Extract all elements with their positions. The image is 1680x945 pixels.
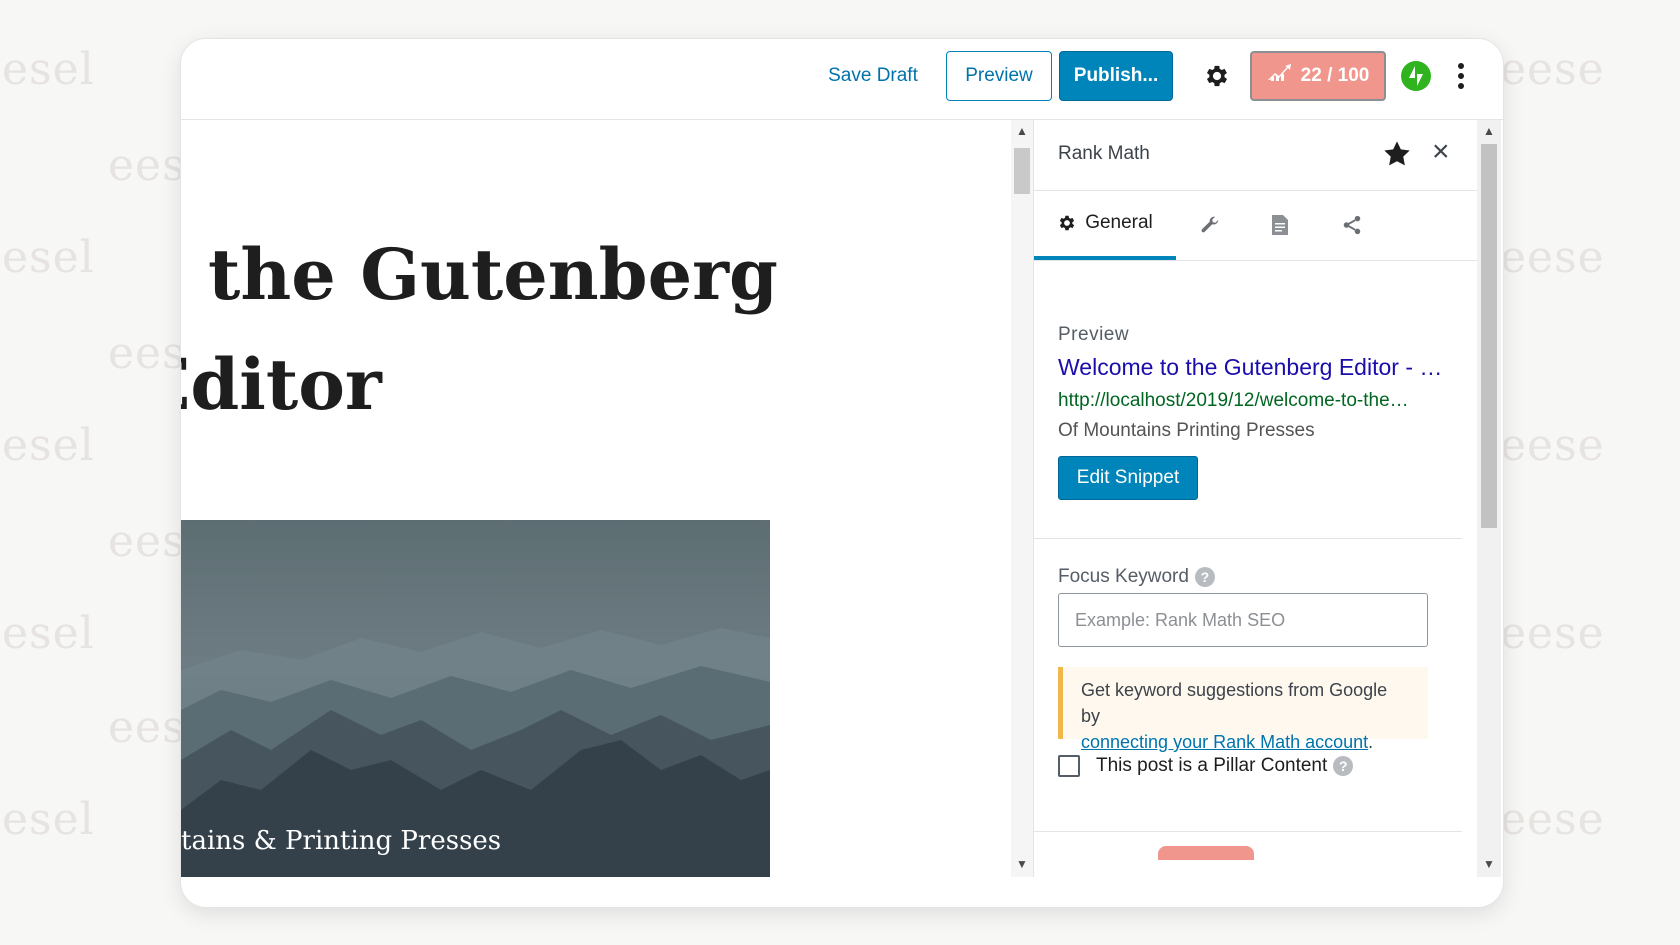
settings-gear-icon[interactable] [1194,51,1240,101]
sidebar-scrollbar[interactable]: ▲ ▼ [1477,120,1501,877]
pillar-content-option[interactable]: This post is a Pillar Content? [1058,755,1354,777]
cover-caption: tains & Printing Presses [181,826,502,856]
editor-toolbar: Save Draft Preview Publish... 22 / 100 [181,39,1503,120]
preview-label: Preview [1058,324,1130,345]
scroll-thumb[interactable] [1014,148,1030,194]
divider [1034,538,1462,539]
watermark: esel [2,232,95,283]
post-title-line: Editor [181,343,382,426]
scroll-down-arrow-icon[interactable]: ▼ [1477,857,1501,871]
watermark: ees [108,516,186,567]
focus-keyword-label: Focus Keyword? [1058,566,1215,588]
share-icon [1343,215,1361,235]
watermark: esel [2,794,95,845]
watermark: esel [2,420,95,471]
tab-general-label: General [1085,212,1153,233]
rank-math-logo-icon [1267,64,1293,88]
snippet-description: Of Mountains Printing Presses [1058,420,1315,441]
watermark: esel [2,44,95,95]
jetpack-icon[interactable] [1393,51,1439,101]
rank-math-sidebar: Rank Math × General Preview Welcome to t… [1033,120,1478,877]
scroll-down-arrow-icon[interactable]: ▼ [1011,857,1033,871]
pillar-content-label: This post is a Pillar Content [1096,755,1328,776]
gear-icon [1060,215,1075,231]
focus-keyword-input[interactable] [1058,593,1428,647]
sidebar-header: Rank Math × [1034,120,1478,191]
watermark: ees [108,328,186,379]
keyword-suggestion-notice: Get keyword suggestions from Google by c… [1058,667,1428,752]
save-draft-button[interactable]: Save Draft [813,51,933,101]
snippet-url: http://localhost/2019/12/welcome-to-the… [1058,390,1409,411]
notice-text: Get keyword suggestions from Google by [1081,680,1388,726]
scroll-up-arrow-icon[interactable]: ▲ [1011,124,1033,138]
watermark: eese [1500,232,1605,283]
focus-keyword-label-text: Focus Keyword [1058,566,1189,587]
preview-button[interactable]: Preview [946,51,1052,101]
editor-canvas: o the Gutenberg Editor tains & Printing … [181,120,1011,877]
watermark: eese [1500,608,1605,659]
post-title[interactable]: o the Gutenberg Editor [181,220,778,440]
wrench-icon [1201,216,1219,233]
watermark: eese [1500,44,1605,95]
connect-account-link[interactable]: connecting your Rank Math account [1081,732,1368,752]
watermark: eese [1500,420,1605,471]
editor-scrollbar[interactable]: ▲ ▼ [1011,120,1033,877]
watermark: ees [108,702,186,753]
watermark: ees [108,140,186,191]
mountain-image [181,628,770,877]
tab-advanced[interactable] [1182,190,1238,260]
snippet-title: Welcome to the Gutenberg Editor - … [1058,354,1443,380]
tab-schema[interactable] [1252,190,1308,260]
watermark: esel [2,608,95,659]
divider [1034,831,1462,832]
editor-window: Save Draft Preview Publish... 22 / 100 o… [180,38,1504,908]
star-icon[interactable] [1381,138,1413,170]
sidebar-title: Rank Math [1058,143,1150,164]
tab-general[interactable]: General [1034,190,1176,260]
seo-score-value: 22 / 100 [1300,65,1370,86]
pillar-content-checkbox[interactable] [1058,755,1080,777]
close-icon[interactable]: × [1432,136,1450,168]
post-title-line: o the Gutenberg [181,233,778,316]
cover-image-block[interactable]: tains & Printing Presses [181,520,770,877]
seo-score-button[interactable]: 22 / 100 [1250,51,1386,101]
more-options-icon[interactable] [1447,51,1475,101]
watermark: eese [1500,794,1605,845]
scroll-thumb[interactable] [1481,144,1497,528]
edit-snippet-button[interactable]: Edit Snippet [1058,456,1198,500]
help-icon[interactable]: ? [1333,756,1354,776]
help-icon[interactable]: ? [1194,566,1215,587]
tab-social[interactable] [1324,190,1380,260]
score-indicator-peek [1158,846,1254,860]
sidebar-tabs: General [1034,190,1478,261]
publish-button[interactable]: Publish... [1059,51,1173,101]
document-icon [1272,215,1288,235]
notice-suffix: . [1368,732,1374,752]
scroll-up-arrow-icon[interactable]: ▲ [1477,124,1501,138]
